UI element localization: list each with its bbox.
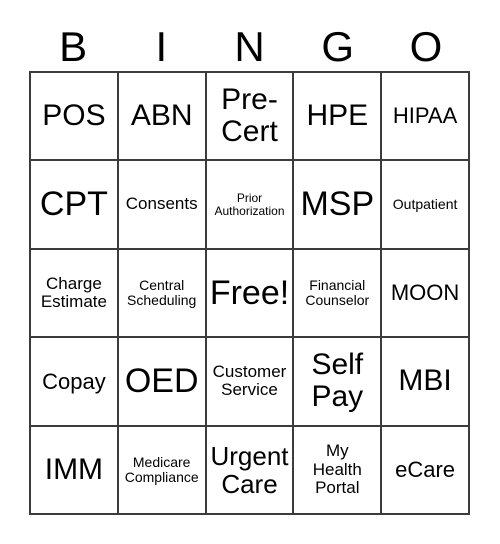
bingo-cell-o3[interactable]: MOON (382, 249, 470, 339)
bingo-cell-label: CPT (39, 185, 108, 224)
bingo-cell-label: Prior Authorization (214, 190, 285, 218)
bingo-cell-label: Customer Service (212, 362, 287, 400)
bingo-header-letter-i: I (155, 22, 168, 70)
bingo-cell-i2[interactable]: Consents (118, 161, 207, 250)
bingo-cell-n2[interactable]: Prior Authorization (206, 161, 295, 250)
bingo-cell-n5[interactable]: Urgent Care (206, 426, 295, 515)
bingo-cell-b3[interactable]: Charge Estimate (31, 249, 119, 339)
bingo-cell-label: IMM (44, 452, 104, 486)
bingo-cell-label: Medicare Compliance (124, 453, 199, 485)
bingo-cell-label: Free! (209, 273, 290, 312)
bingo-cell-n4[interactable]: Customer Service (206, 338, 295, 427)
bingo-cell-label: Self Pay (311, 348, 364, 414)
bingo-cell-i3[interactable]: Central Scheduling (118, 249, 207, 339)
bingo-cell-g3[interactable]: Financial Counselor (294, 249, 383, 339)
bingo-cell-o4[interactable]: MBI (382, 338, 470, 427)
bingo-cell-b2[interactable]: CPT (31, 161, 119, 250)
bingo-cell-free-space[interactable]: Free! (206, 249, 295, 339)
bingo-cell-label: Copay (42, 368, 106, 394)
bingo-cell-label: Pre- Cert (221, 82, 278, 149)
bingo-cell-label: eCare (395, 456, 456, 482)
bingo-cell-g2[interactable]: MSP (294, 161, 383, 250)
bingo-cell-label: Urgent Care (210, 440, 289, 499)
bingo-cell-label: Central Scheduling (127, 276, 197, 308)
bingo-grid: POS ABN Pre- Cert HPE HIPAA CPT Consents… (29, 71, 470, 515)
bingo-cell-o1[interactable]: HIPAA (382, 73, 470, 162)
bingo-cell-n1[interactable]: Pre- Cert (206, 73, 295, 162)
bingo-cell-g1[interactable]: HPE (294, 73, 383, 162)
bingo-card: B I N G O POS ABN Pre- Cert HPE HIPAA CP… (0, 0, 500, 544)
bingo-cell-label: Charge Estimate (40, 273, 107, 311)
bingo-cell-label: Consents (125, 194, 198, 214)
bingo-cell-label: Financial Counselor (305, 276, 370, 308)
bingo-cell-label: Outpatient (392, 196, 458, 213)
bingo-cell-label: MSP (300, 185, 375, 224)
bingo-cell-i1[interactable]: ABN (118, 73, 207, 162)
bingo-cell-label: HPE (306, 99, 369, 132)
bingo-header-row: B I N G O (29, 22, 470, 71)
bingo-cell-o5[interactable]: eCare (382, 426, 470, 515)
bingo-cell-g5[interactable]: My Health Portal (294, 426, 383, 515)
bingo-cell-b5[interactable]: IMM (31, 426, 119, 515)
bingo-cell-label: POS (42, 99, 106, 132)
bingo-header-letter-b: B (59, 22, 88, 70)
bingo-header-letter-g: G (321, 22, 355, 70)
bingo-cell-g4[interactable]: Self Pay (294, 338, 383, 427)
bingo-cell-i5[interactable]: Medicare Compliance (118, 426, 207, 515)
bingo-cell-label: MOON (390, 280, 460, 306)
bingo-cell-i4[interactable]: OED (118, 338, 207, 427)
bingo-cell-label: OED (124, 362, 199, 401)
bingo-cell-label: MBI (398, 364, 452, 398)
bingo-cell-label: ABN (130, 99, 193, 132)
bingo-cell-label: My Health Portal (312, 441, 362, 497)
bingo-cell-o2[interactable]: Outpatient (382, 161, 470, 250)
bingo-cell-label: HIPAA (392, 103, 458, 129)
bingo-cell-b4[interactable]: Copay (31, 338, 119, 427)
bingo-header-letter-n: N (234, 22, 265, 70)
bingo-cell-b1[interactable]: POS (31, 73, 119, 162)
bingo-header-letter-o: O (409, 22, 443, 70)
